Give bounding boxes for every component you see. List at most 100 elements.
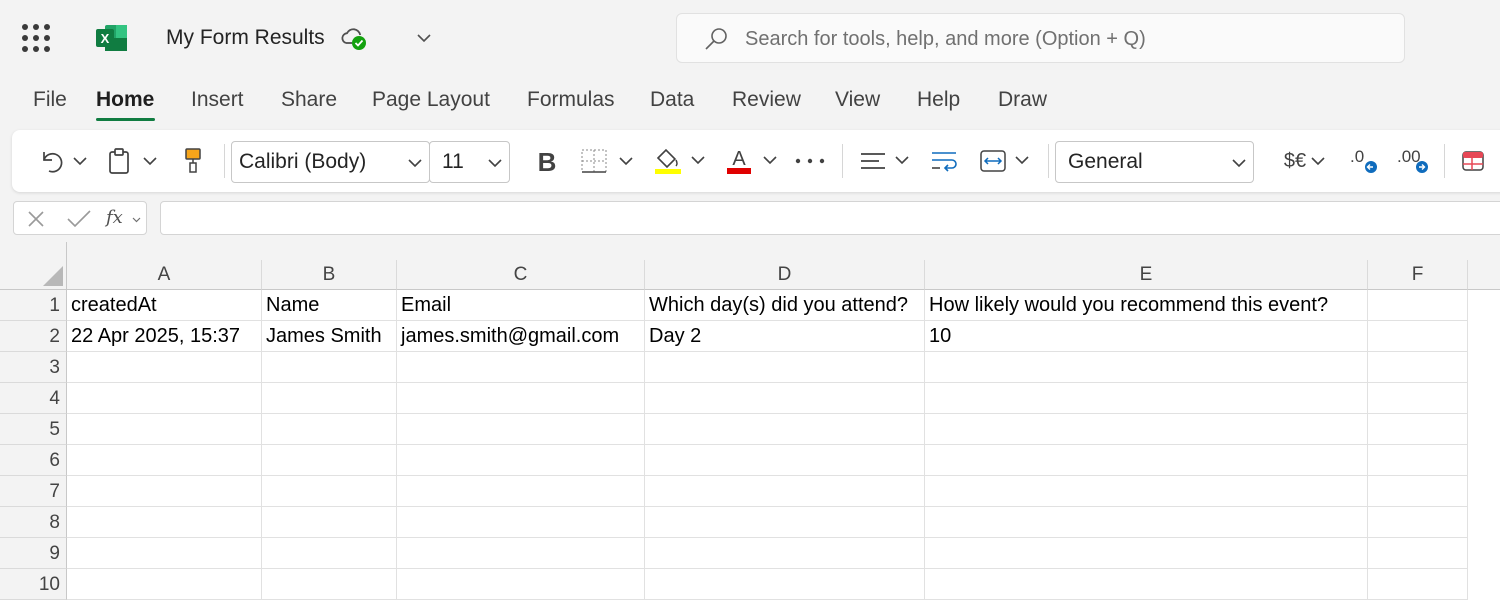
cell-a10[interactable] (67, 569, 262, 600)
cell-b9[interactable] (262, 538, 397, 569)
tab-share[interactable]: Share (281, 88, 337, 112)
cell-b8[interactable] (262, 507, 397, 538)
cell-a9[interactable] (67, 538, 262, 569)
chevron-down-icon[interactable] (132, 216, 141, 224)
conditional-format-button[interactable] (1458, 130, 1488, 192)
tab-page-layout[interactable]: Page Layout (372, 88, 490, 112)
tab-home[interactable]: Home (96, 88, 154, 112)
tab-help[interactable]: Help (917, 88, 960, 112)
cell-b4[interactable] (262, 383, 397, 414)
decrease-decimal-button[interactable]: .0 (1346, 130, 1382, 192)
cell-f7[interactable] (1368, 476, 1468, 507)
number-format-dropdown[interactable]: General (1055, 141, 1254, 183)
format-painter-button[interactable] (178, 130, 208, 192)
app-launcher-icon[interactable] (22, 24, 50, 52)
tab-view[interactable]: View (835, 88, 880, 112)
cell-e5[interactable] (925, 414, 1368, 445)
row-header-4[interactable]: 4 (0, 383, 67, 414)
formula-input[interactable] (160, 201, 1500, 235)
insert-function-button[interactable]: fx (106, 207, 123, 228)
cell-d9[interactable] (645, 538, 925, 569)
cell-c3[interactable] (397, 352, 645, 383)
cell-c6[interactable] (397, 445, 645, 476)
font-color-button[interactable]: A (724, 130, 784, 192)
cell-e6[interactable] (925, 445, 1368, 476)
cell-f1[interactable] (1368, 290, 1468, 321)
cell-e10[interactable] (925, 569, 1368, 600)
cell-a6[interactable] (67, 445, 262, 476)
cell-f4[interactable] (1368, 383, 1468, 414)
column-header-overflow[interactable] (1468, 260, 1500, 290)
cell-b3[interactable] (262, 352, 397, 383)
tab-insert[interactable]: Insert (191, 88, 244, 112)
row-header-9[interactable]: 9 (0, 538, 67, 569)
document-title[interactable]: My Form Results (166, 26, 325, 50)
cell-a8[interactable] (67, 507, 262, 538)
cell-f10[interactable] (1368, 569, 1468, 600)
undo-button[interactable] (36, 130, 92, 192)
cell-c10[interactable] (397, 569, 645, 600)
tab-draw[interactable]: Draw (998, 88, 1047, 112)
cell-e7[interactable] (925, 476, 1368, 507)
cell-d10[interactable] (645, 569, 925, 600)
row-header-2[interactable]: 2 (0, 321, 67, 352)
column-header-b[interactable]: B (262, 260, 397, 290)
cell-c4[interactable] (397, 383, 645, 414)
cell-c9[interactable] (397, 538, 645, 569)
wrap-text-button[interactable] (928, 130, 960, 192)
cell-e4[interactable] (925, 383, 1368, 414)
tab-review[interactable]: Review (732, 88, 801, 112)
bold-button[interactable]: B (532, 130, 562, 192)
cell-f6[interactable] (1368, 445, 1468, 476)
cell-d5[interactable] (645, 414, 925, 445)
tab-file[interactable]: File (33, 88, 67, 112)
row-header-3[interactable]: 3 (0, 352, 67, 383)
row-header-7[interactable]: 7 (0, 476, 67, 507)
cell-a2[interactable]: 22 Apr 2025, 15:37 (67, 321, 262, 352)
column-header-a[interactable]: A (67, 260, 262, 290)
select-all-button[interactable] (0, 242, 67, 290)
cell-f3[interactable] (1368, 352, 1468, 383)
cell-d7[interactable] (645, 476, 925, 507)
align-button[interactable] (858, 130, 916, 192)
cell-d8[interactable] (645, 507, 925, 538)
cell-f9[interactable] (1368, 538, 1468, 569)
cell-e3[interactable] (925, 352, 1368, 383)
tab-data[interactable]: Data (650, 88, 694, 112)
cell-b7[interactable] (262, 476, 397, 507)
borders-button[interactable] (578, 130, 638, 192)
cell-d4[interactable] (645, 383, 925, 414)
cell-d2[interactable]: Day 2 (645, 321, 925, 352)
cell-a3[interactable] (67, 352, 262, 383)
row-header-8[interactable]: 8 (0, 507, 67, 538)
cell-e9[interactable] (925, 538, 1368, 569)
cell-a5[interactable] (67, 414, 262, 445)
cell-c5[interactable] (397, 414, 645, 445)
column-header-c[interactable]: C (397, 260, 645, 290)
cell-c8[interactable] (397, 507, 645, 538)
confirm-icon[interactable] (66, 209, 92, 229)
cell-c2[interactable]: james.smith@gmail.com (397, 321, 645, 352)
column-header-f[interactable]: F (1368, 260, 1468, 290)
search-box[interactable] (676, 13, 1405, 63)
merge-center-button[interactable] (978, 130, 1036, 192)
row-header-6[interactable]: 6 (0, 445, 67, 476)
cell-e2[interactable]: 10 (925, 321, 1368, 352)
cell-b6[interactable] (262, 445, 397, 476)
cell-c1[interactable]: Email (397, 290, 645, 321)
fill-color-button[interactable] (652, 130, 712, 192)
cell-a1[interactable]: createdAt (67, 290, 262, 321)
cell-b2[interactable]: James Smith (262, 321, 397, 352)
cell-d6[interactable] (645, 445, 925, 476)
row-header-1[interactable]: 1 (0, 290, 67, 321)
font-name-dropdown[interactable]: Calibri (Body) (231, 141, 430, 183)
cell-a7[interactable] (67, 476, 262, 507)
cell-f5[interactable] (1368, 414, 1468, 445)
cell-f2[interactable] (1368, 321, 1468, 352)
font-size-dropdown[interactable]: 11 (429, 141, 510, 183)
cell-b1[interactable]: Name (262, 290, 397, 321)
cell-e1[interactable]: How likely would you recommend this even… (925, 290, 1368, 321)
cell-b5[interactable] (262, 414, 397, 445)
cell-d3[interactable] (645, 352, 925, 383)
more-options-button[interactable] (792, 130, 828, 192)
